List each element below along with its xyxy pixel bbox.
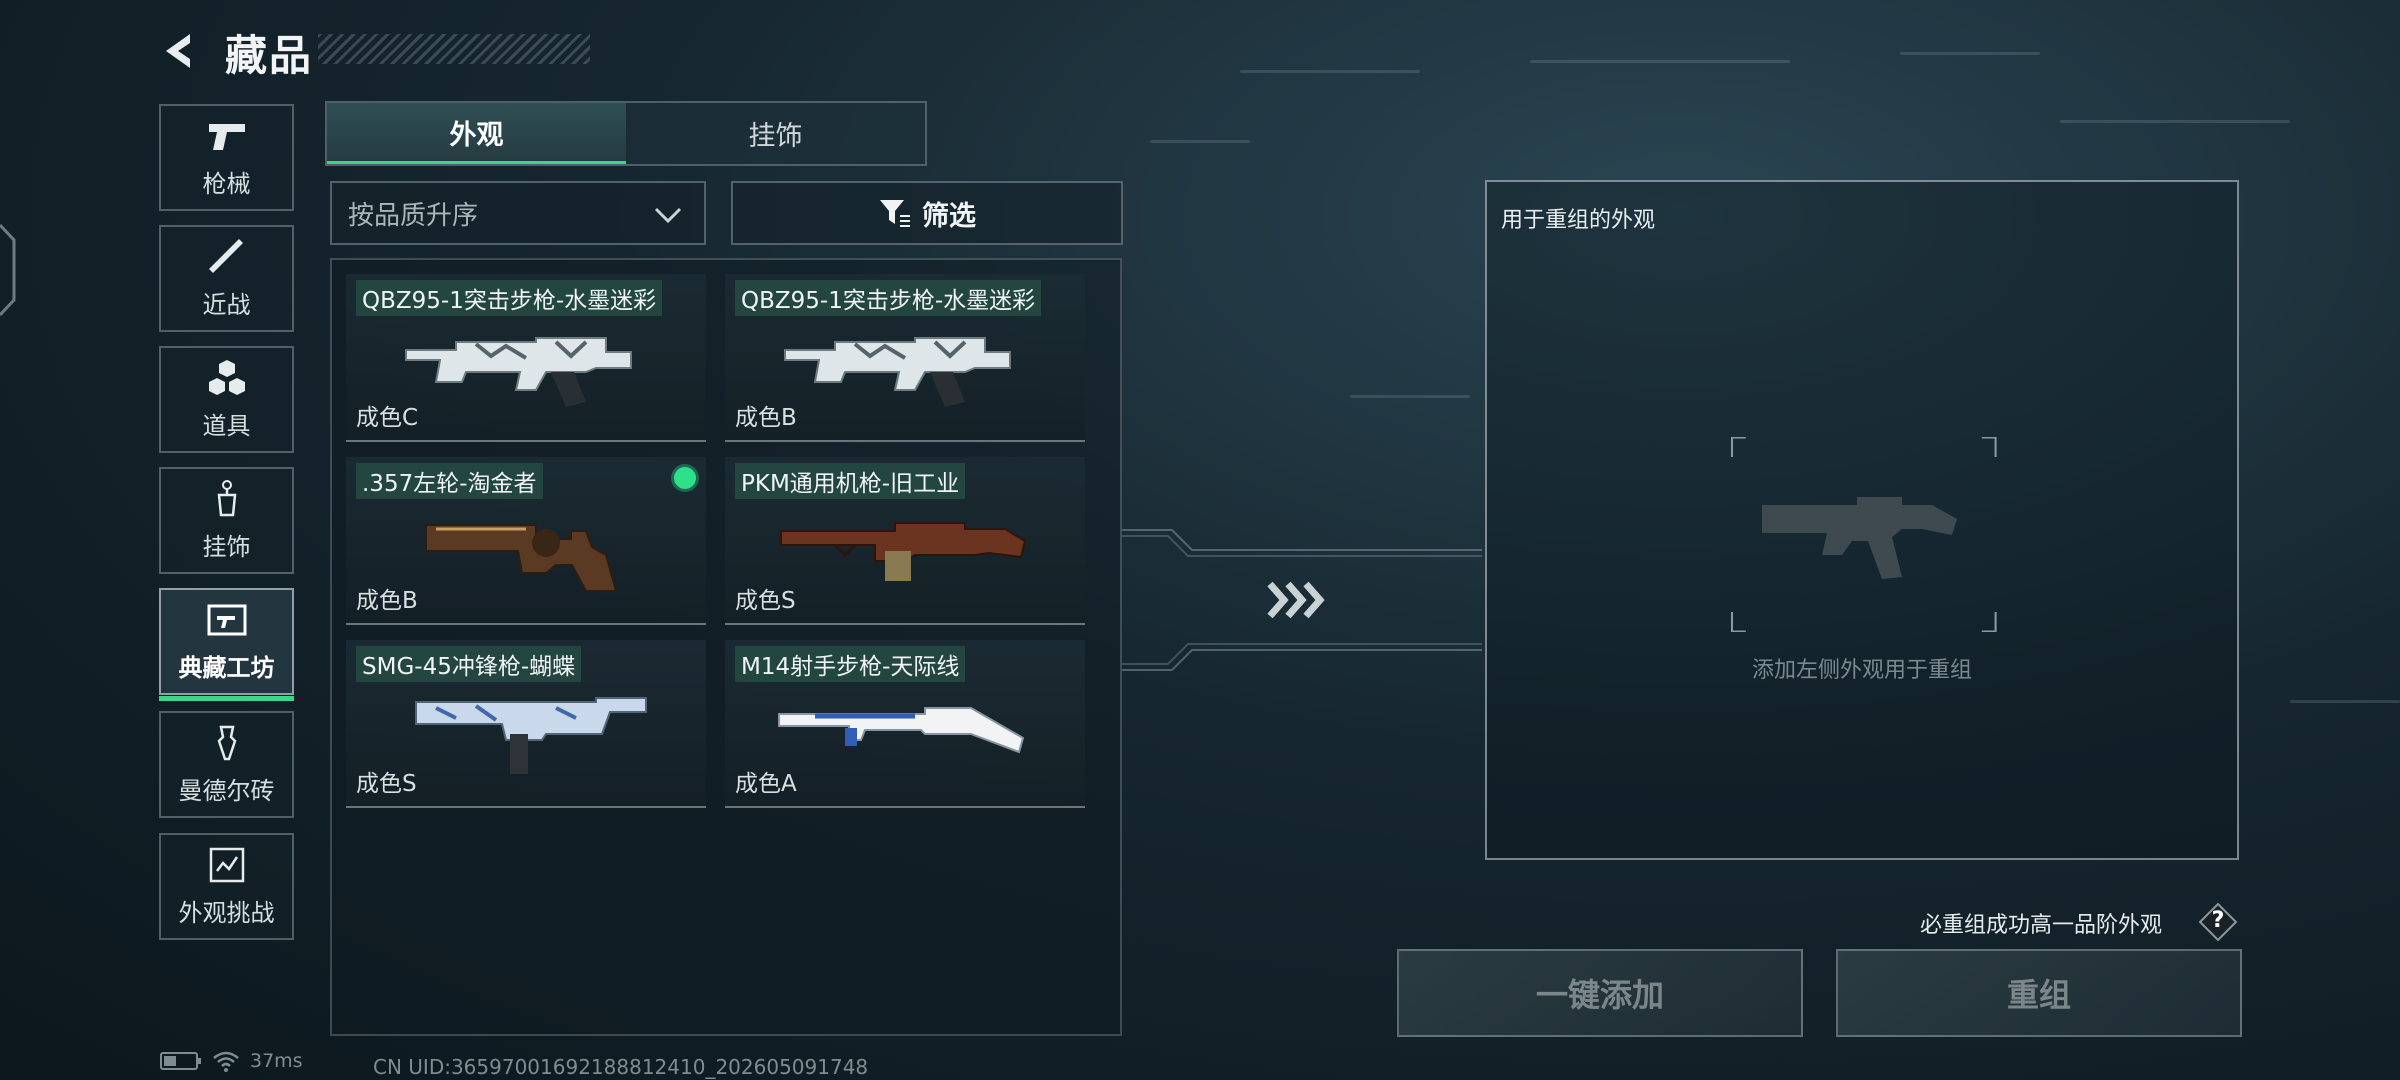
filter-icon: [880, 200, 910, 227]
skin-name: QBZ95-1突击步枪-水墨迷彩: [735, 280, 1042, 316]
skin-grade: 成色B: [735, 405, 797, 431]
sidebar-item-label: 外观挑战: [178, 899, 275, 927]
back-arrow-icon[interactable]: [160, 30, 202, 72]
edge-tab-icon: [0, 223, 16, 317]
tab-skins[interactable]: 外观: [327, 103, 626, 164]
add-all-button[interactable]: 一键添加: [1397, 949, 1803, 1037]
sidebar-item-melee[interactable]: 近战: [159, 225, 294, 332]
page-title: 藏品: [225, 31, 314, 80]
tab-charms[interactable]: 挂饰: [626, 103, 925, 164]
recombine-placeholder-text: 添加左侧外观用于重组: [1751, 658, 1972, 683]
revolver-icon: [425, 524, 618, 592]
help-label: ?: [2211, 908, 2225, 933]
sidebar-item-label: 近战: [202, 291, 251, 319]
sidebar-item-skin-challenge[interactable]: 外观挑战: [159, 833, 294, 940]
recombine-title: 用于重组的外观: [1501, 208, 1656, 233]
sidebar-item-firearms[interactable]: 枪械: [159, 104, 294, 211]
help-icon[interactable]: ?: [2198, 902, 2238, 942]
smg-icon: [415, 697, 647, 774]
knife-icon: [208, 239, 243, 273]
skin-grade: 成色S: [356, 771, 417, 797]
selected-indicator: [674, 467, 696, 489]
skin-card[interactable]: M14射手步枪-天际线 成色A: [725, 640, 1085, 808]
uid-text: CN UID:3659700169218881241​0_20260509174…: [373, 1055, 869, 1079]
skin-grade: 成色A: [735, 771, 797, 797]
skin-card[interactable]: .357左轮-淘金者 成色B: [346, 457, 706, 625]
chevron-down-icon: [654, 207, 682, 224]
marksman-rifle-icon: [778, 707, 1025, 754]
sidebar-item-workshop[interactable]: 典藏工坊: [159, 588, 294, 701]
recombine-button[interactable]: 重组: [1836, 949, 2242, 1037]
sidebar-item-label: 枪械: [202, 170, 251, 198]
filter-label: 筛选: [922, 200, 976, 232]
skin-name: SMG-45冲锋枪-蝴蝶: [356, 646, 582, 682]
rifle-placeholder-icon: [1730, 437, 1997, 632]
sidebar-item-mandel-brick[interactable]: 曼德尔砖: [159, 711, 294, 818]
skin-card[interactable]: QBZ95-1突击步枪-水墨迷彩 成色C: [346, 274, 706, 442]
sidebar-item-items[interactable]: 道具: [159, 346, 294, 453]
brick-icon: [217, 725, 236, 761]
title-decoration: [318, 34, 590, 64]
skin-name: PKM通用机枪-旧工业: [735, 463, 966, 499]
skin-name: .357左轮-淘金者: [356, 463, 543, 499]
sidebar-item-label: 道具: [202, 412, 251, 440]
connector-arrows-icon: [1122, 529, 1482, 671]
skin-card[interactable]: SMG-45冲锋枪-蝴蝶 成色S: [346, 640, 706, 808]
charm-icon: [217, 480, 236, 517]
rifle-icon: [405, 337, 632, 407]
skin-grade: 成色C: [356, 405, 419, 431]
sidebar-item-label: 挂饰: [202, 533, 251, 561]
workshop-icon: [207, 604, 246, 636]
sidebar-item-label: 曼德尔砖: [178, 777, 275, 805]
skin-card[interactable]: PKM通用机枪-旧工业 成色S: [725, 457, 1085, 625]
skin-name: QBZ95-1突击步枪-水墨迷彩: [356, 280, 663, 316]
skin-name: M14射手步枪-天际线: [735, 646, 966, 682]
wifi-icon: [213, 1051, 239, 1072]
challenge-icon: [209, 847, 244, 883]
machine-gun-icon: [780, 522, 1027, 581]
cubes-icon: [208, 360, 245, 395]
filter-button[interactable]: 筛选: [731, 181, 1123, 245]
skin-grade: 成色B: [356, 588, 418, 614]
recombine-panel[interactable]: 用于重组的外观 添加左侧外观用于重组: [1485, 180, 2239, 860]
guarantee-text: 必重组成功高一品阶外观: [1920, 913, 2163, 938]
skin-grid: QBZ95-1突击步枪-水墨迷彩 成色C QBZ95-1突击步枪-水墨迷彩 成色…: [330, 258, 1122, 1036]
tab-bar: 外观 挂饰: [325, 101, 927, 166]
ping-text: 37ms: [250, 1050, 303, 1072]
skin-card[interactable]: QBZ95-1突击步枪-水墨迷彩 成色B: [725, 274, 1085, 442]
rifle-icon: [784, 337, 1011, 407]
sidebar-item-label: 典藏工坊: [178, 654, 275, 682]
status-bar: 37ms: [160, 1050, 303, 1072]
sort-dropdown[interactable]: 按品质升序: [330, 181, 706, 245]
sort-label: 按品质升序: [348, 200, 479, 231]
battery-icon: [160, 1052, 201, 1070]
skin-grade: 成色S: [735, 588, 796, 614]
pistol-icon: [208, 124, 245, 150]
sidebar-item-charms[interactable]: 挂饰: [159, 467, 294, 574]
